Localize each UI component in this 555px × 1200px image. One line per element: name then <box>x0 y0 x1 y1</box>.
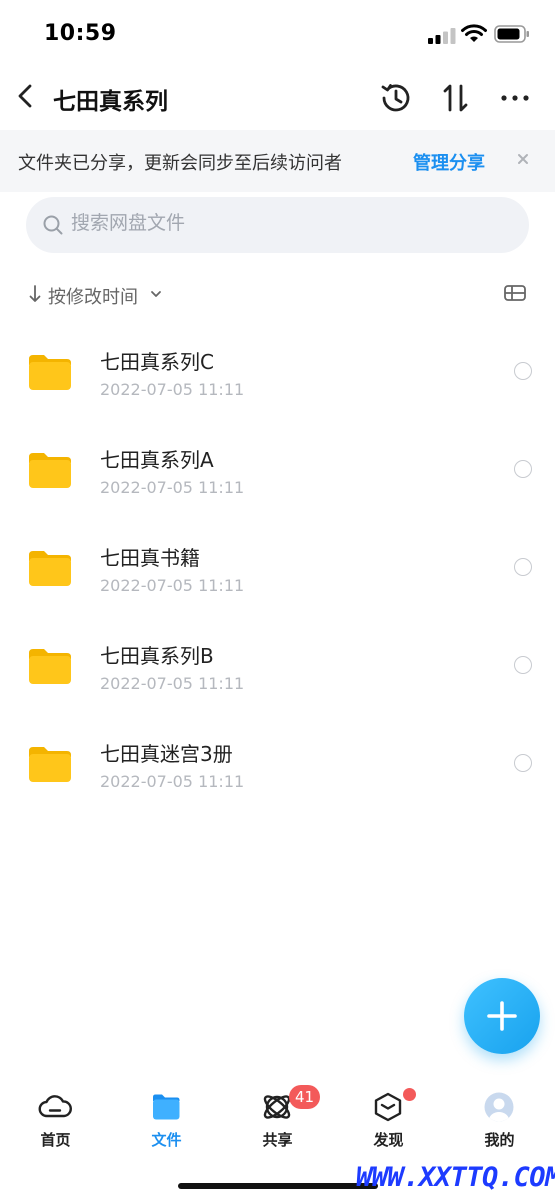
tab-files[interactable]: 文件 <box>111 1082 222 1162</box>
arrow-down-icon <box>29 285 41 302</box>
file-date: 2022-07-05 11:11 <box>100 380 245 399</box>
file-name: 七田真系列A <box>100 448 214 472</box>
folder-icon <box>29 747 71 782</box>
view-mode-icon[interactable] <box>503 283 527 303</box>
cellular-signal-icon <box>428 28 456 44</box>
file-name: 七田真系列C <box>100 350 214 374</box>
notification-dot <box>403 1088 416 1101</box>
search-icon <box>43 215 63 235</box>
list-item[interactable]: 七田真系列B 2022-07-05 11:11 <box>0 628 555 726</box>
search-input[interactable] <box>71 212 491 234</box>
history-icon[interactable] <box>378 80 414 116</box>
file-date: 2022-07-05 11:11 <box>100 576 245 595</box>
tab-me[interactable]: 我的 <box>444 1082 555 1162</box>
tab-label: 我的 <box>484 1131 515 1149</box>
cloud-icon <box>38 1095 72 1118</box>
file-date: 2022-07-05 11:11 <box>100 478 245 497</box>
tab-home[interactable]: 首页 <box>0 1082 111 1162</box>
folder-icon <box>153 1094 180 1120</box>
file-date: 2022-07-05 11:11 <box>100 772 245 791</box>
select-checkbox[interactable] <box>514 558 532 576</box>
avatar-icon <box>484 1092 514 1122</box>
status-bar: 10:59 <box>0 0 555 70</box>
tab-discover[interactable]: 发现 <box>333 1082 444 1162</box>
select-checkbox[interactable] <box>514 460 532 478</box>
watermark: WWW.XXTTQ.COM <box>356 1162 555 1193</box>
manage-share-link[interactable]: 管理分享 <box>413 149 485 175</box>
list-item[interactable]: 七田真系列C 2022-07-05 11:11 <box>0 334 555 432</box>
file-name: 七田真系列B <box>100 644 214 668</box>
status-time: 10:59 <box>44 21 117 46</box>
search-bar[interactable] <box>26 197 529 253</box>
tab-label: 发现 <box>373 1131 404 1149</box>
folder-icon <box>29 453 71 488</box>
folder-icon <box>29 551 71 586</box>
tab-label: 首页 <box>40 1131 71 1149</box>
more-icon[interactable] <box>497 80 533 116</box>
share-banner: 文件夹已分享，更新会同步至后续访问者 管理分享 <box>0 130 555 192</box>
page-title: 七田真系列 <box>53 89 168 115</box>
back-icon[interactable] <box>10 78 40 114</box>
header: 七田真系列 <box>0 70 555 130</box>
folder-icon <box>29 649 71 684</box>
list-item[interactable]: 七田真书籍 2022-07-05 11:11 <box>0 530 555 628</box>
plus-icon <box>487 1001 517 1031</box>
tab-label: 共享 <box>262 1131 293 1149</box>
sort-order-icon[interactable] <box>438 80 474 116</box>
share-notice-text: 文件夹已分享，更新会同步至后续访问者 <box>18 153 342 174</box>
file-date: 2022-07-05 11:11 <box>100 674 245 693</box>
select-checkbox[interactable] <box>514 362 532 380</box>
select-checkbox[interactable] <box>514 656 532 674</box>
select-checkbox[interactable] <box>514 754 532 772</box>
sort-label: 按修改时间 <box>48 287 138 308</box>
notification-badge: 41 <box>289 1085 321 1109</box>
wifi-icon <box>461 24 487 42</box>
box-icon <box>374 1092 402 1122</box>
tab-label: 文件 <box>151 1131 182 1149</box>
list-item[interactable]: 七田真迷宫3册 2022-07-05 11:11 <box>0 726 555 824</box>
file-name: 七田真迷宫3册 <box>100 742 233 766</box>
close-icon[interactable] <box>512 148 534 170</box>
home-indicator <box>178 1183 378 1189</box>
list-item[interactable]: 七田真系列A 2022-07-05 11:11 <box>0 432 555 530</box>
folder-icon <box>29 355 71 390</box>
chevron-down-icon <box>151 291 161 297</box>
add-button[interactable] <box>464 978 540 1054</box>
battery-icon <box>494 25 529 43</box>
file-name: 七田真书籍 <box>100 546 200 570</box>
